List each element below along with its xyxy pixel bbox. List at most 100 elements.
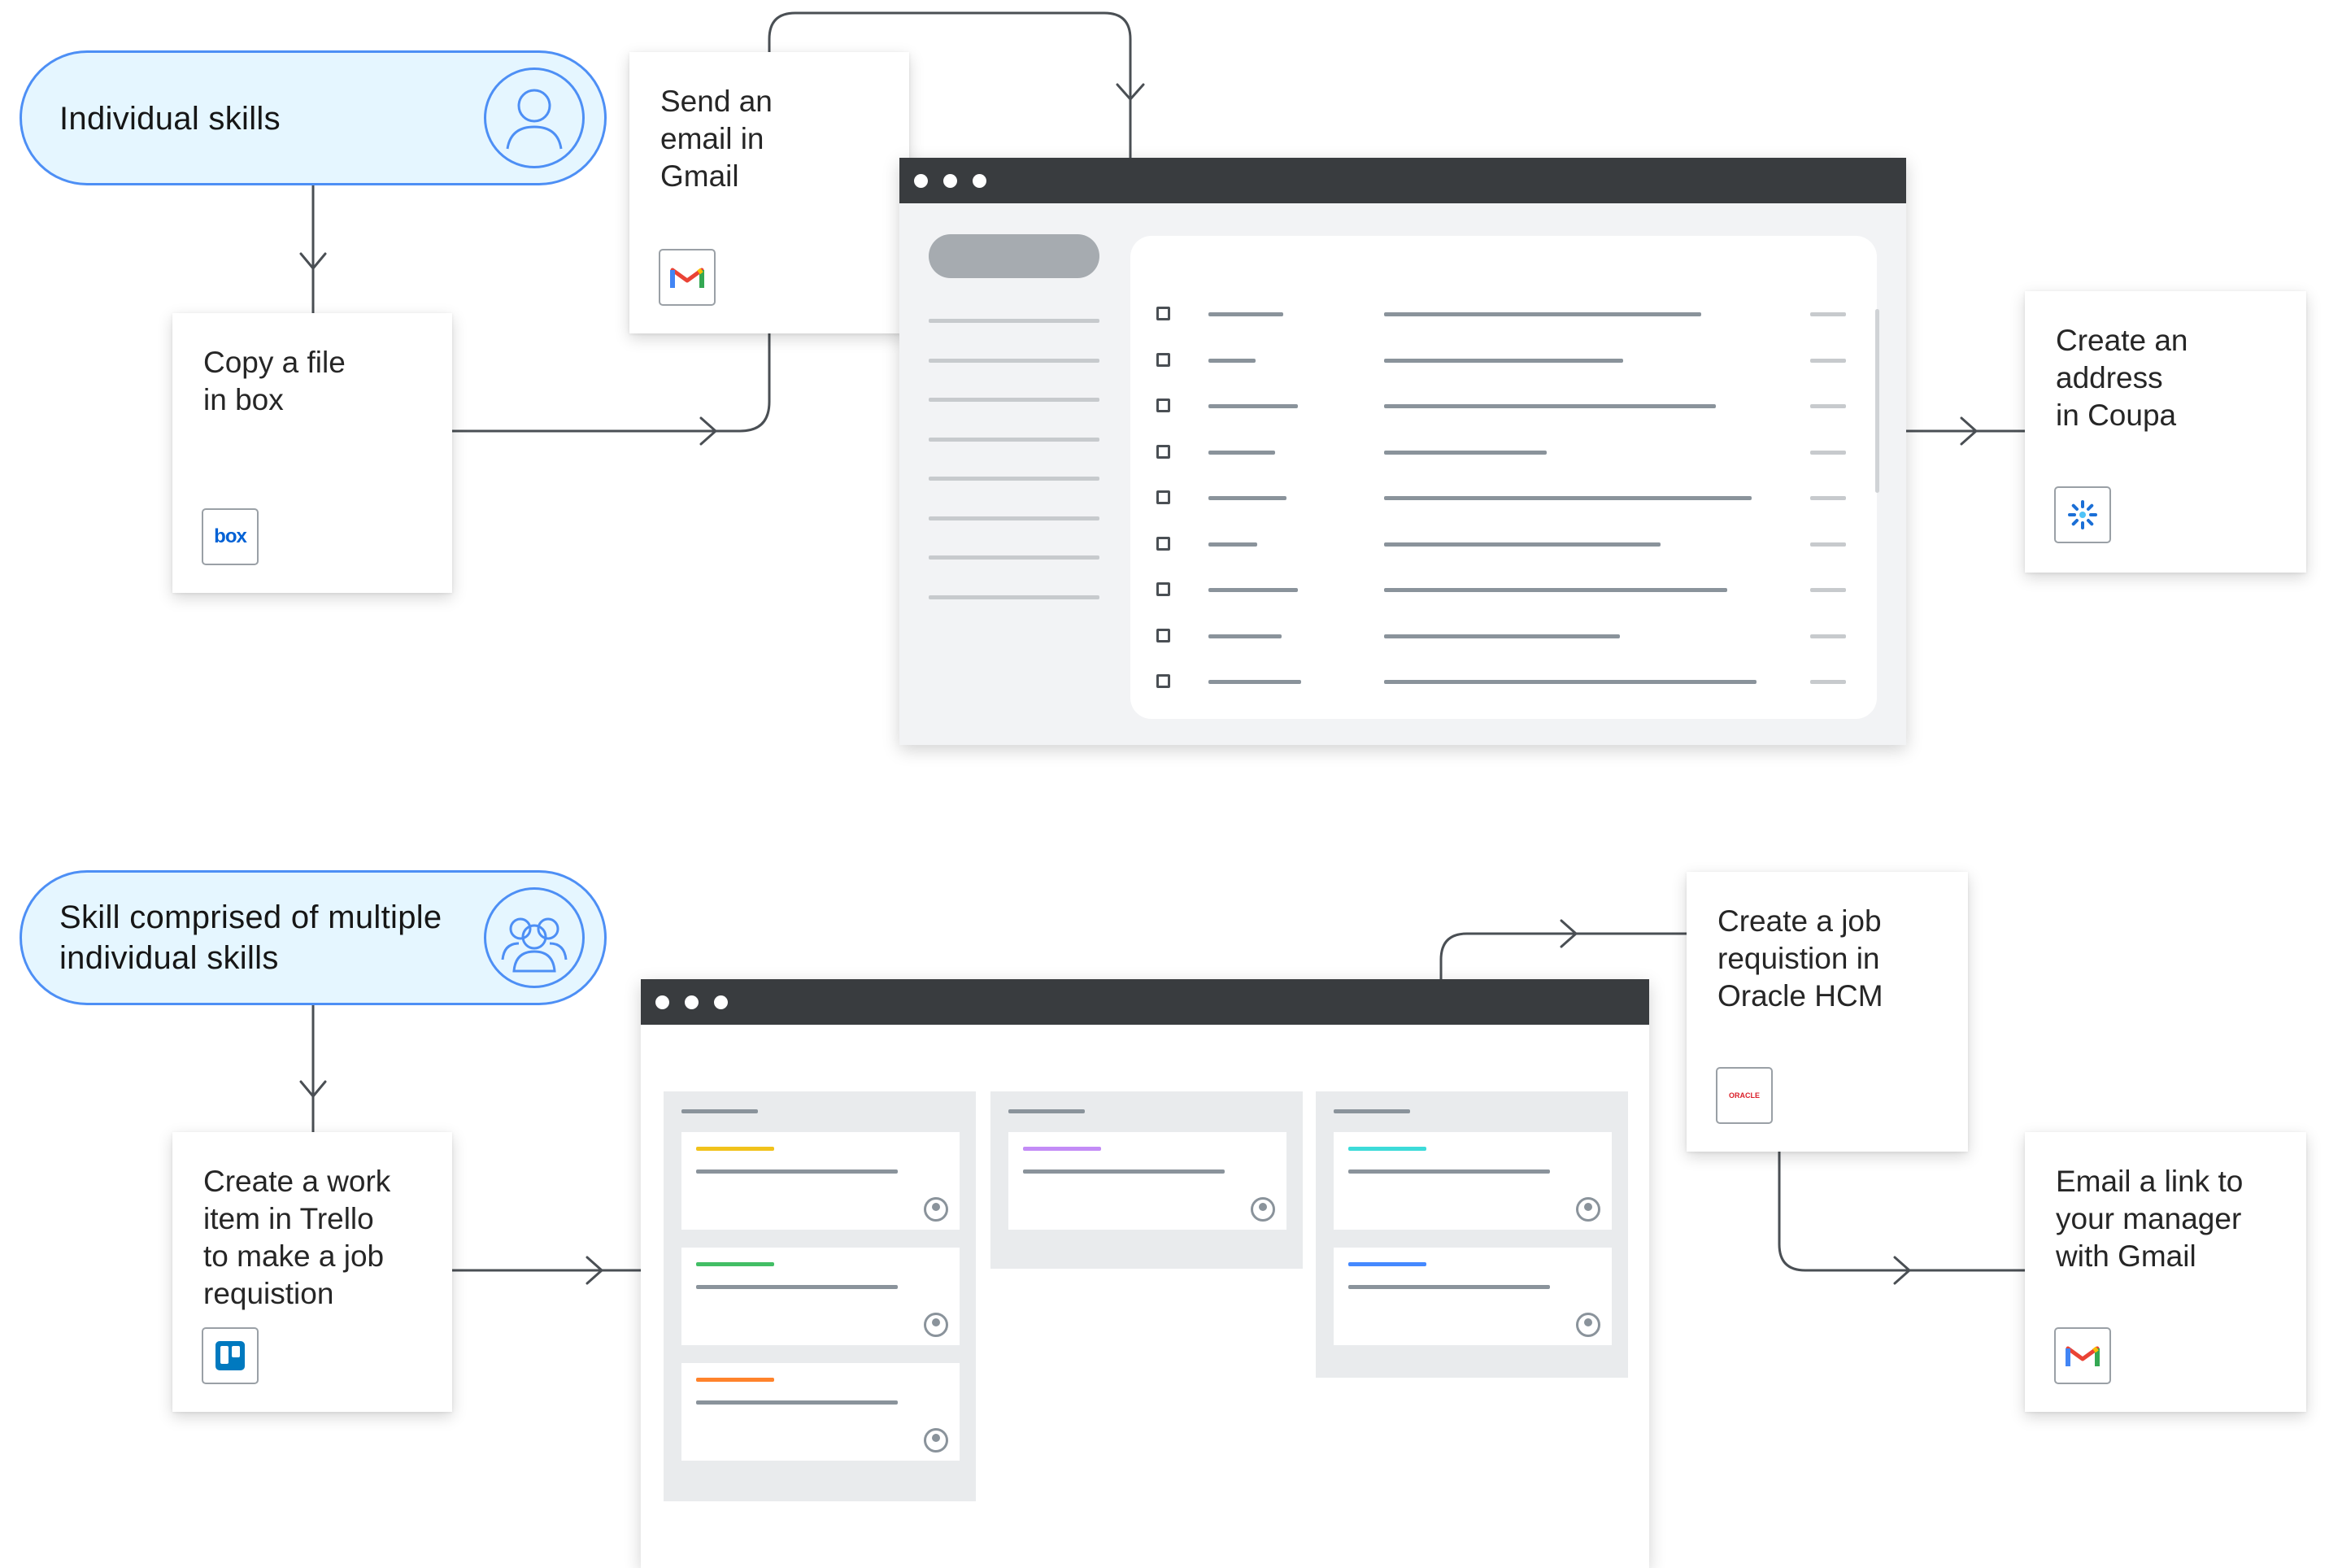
email-app-window (899, 158, 1906, 745)
copy-file-box-card[interactable]: Copy a file in box box (172, 313, 452, 593)
email-subject-line (1384, 588, 1727, 592)
card-label-accent (696, 1378, 774, 1382)
connector-box-to-window (451, 332, 771, 433)
column-title-line (1334, 1109, 1410, 1113)
card-title: Send an email in Gmail (660, 85, 773, 193)
card-label-accent (696, 1262, 774, 1266)
send-email-gmail-card[interactable]: Send an email in Gmail (629, 52, 909, 333)
email-sender-line (1208, 542, 1257, 547)
trello-icon (202, 1327, 259, 1384)
compose-button-placeholder (929, 234, 1099, 278)
gmail-icon (659, 249, 716, 306)
email-checkbox (1156, 307, 1170, 320)
card-text-line (1023, 1169, 1225, 1174)
kanban-card (681, 1363, 960, 1461)
card-avatar-icon (924, 1428, 948, 1453)
nav-placeholder-line (929, 555, 1099, 560)
create-work-item-trello-card[interactable]: Create a work item in Trello to make a j… (172, 1132, 452, 1412)
card-text-line (696, 1169, 898, 1174)
email-checkbox (1156, 582, 1170, 596)
kanban-app-window (641, 979, 1649, 1568)
email-sender-line (1208, 496, 1286, 500)
scrollbar (1875, 309, 1879, 493)
email-sender-line (1208, 312, 1283, 316)
email-date-line (1810, 450, 1846, 455)
window-dot (973, 174, 986, 188)
email-checkbox (1156, 536, 1170, 551)
email-subject-line (1384, 496, 1752, 500)
card-avatar-icon (1576, 1197, 1600, 1222)
card-text-line (1348, 1285, 1550, 1289)
card-title: Create a job requistion in Oracle HCM (1717, 904, 1883, 1013)
nav-placeholder-line (929, 398, 1099, 402)
card-avatar-icon (924, 1313, 948, 1337)
column-title-line (1008, 1109, 1085, 1113)
kanban-card (681, 1248, 960, 1345)
kanban-card (681, 1132, 960, 1230)
email-subject-line (1384, 358, 1623, 363)
individual-skills-pill: Individual skills (20, 50, 607, 185)
window-dot (685, 995, 699, 1009)
window-dot (714, 995, 728, 1009)
create-address-coupa-card[interactable]: Create an address in Coupa (2025, 291, 2306, 573)
email-date-line (1810, 496, 1846, 500)
email-date-line (1810, 312, 1846, 316)
email-date-line (1810, 588, 1846, 592)
email-sender-line (1208, 680, 1301, 684)
nav-placeholder-line (929, 319, 1099, 323)
email-sender-line (1208, 358, 1256, 363)
gmail-icon (2054, 1327, 2111, 1384)
email-sender-line (1208, 450, 1275, 455)
kanban-column (1316, 1091, 1628, 1378)
email-subject-line (1384, 312, 1701, 316)
composite-skill-pill: Skill comprised of multiple individual s… (20, 870, 607, 1005)
oracle-logo: ORACLE (1716, 1067, 1773, 1124)
window-titlebar (899, 158, 1906, 203)
inbox-panel (1130, 236, 1879, 719)
email-checkbox (1156, 444, 1170, 459)
group-icon (484, 887, 585, 988)
email-sender-line (1208, 634, 1282, 638)
email-date-line (1810, 404, 1846, 408)
email-subject-line (1384, 680, 1757, 684)
box-logo: box (202, 508, 259, 565)
individual-skills-label: Individual skills (59, 101, 281, 137)
email-date-line (1810, 542, 1846, 547)
column-title-line (681, 1109, 758, 1113)
card-text-line (696, 1400, 898, 1405)
card-avatar-icon (1251, 1197, 1275, 1222)
window-dot (914, 174, 928, 188)
email-link-gmail-card[interactable]: Email a link to your manager with Gmail (2025, 1132, 2306, 1412)
window-dot (943, 174, 957, 188)
card-label-accent (1348, 1262, 1426, 1266)
email-checkbox (1156, 628, 1170, 642)
card-label-accent (1348, 1147, 1426, 1151)
kanban-column (664, 1091, 976, 1501)
card-avatar-icon (1576, 1313, 1600, 1337)
email-subject-line (1384, 542, 1661, 547)
kanban-column (990, 1091, 1303, 1269)
nav-placeholder-line (929, 516, 1099, 520)
card-label-accent (696, 1147, 774, 1151)
email-sender-line (1208, 588, 1298, 592)
user-icon (484, 68, 585, 168)
kanban-card (1334, 1132, 1612, 1230)
kanban-card (1334, 1248, 1612, 1345)
email-subject-line (1384, 404, 1716, 408)
email-sender-line (1208, 404, 1298, 408)
email-date-line (1810, 358, 1846, 363)
nav-placeholder-line (929, 358, 1099, 363)
box-logo-text: box (214, 525, 247, 547)
card-text-line (1348, 1169, 1550, 1174)
email-checkbox (1156, 352, 1170, 367)
email-checkbox (1156, 674, 1170, 688)
composite-skill-label: Skill comprised of multiple individual s… (59, 899, 442, 976)
connector-window-to-oracle (1439, 932, 1688, 981)
card-title: Email a link to your manager with Gmail (2056, 1165, 2244, 1273)
create-job-requisition-oracle-card[interactable]: Create a job requistion in Oracle HCM OR… (1687, 872, 1968, 1152)
email-subject-line (1384, 450, 1547, 455)
email-date-line (1810, 634, 1846, 638)
nav-placeholder-line (929, 477, 1099, 481)
email-checkbox (1156, 490, 1170, 504)
nav-placeholder-line (929, 595, 1099, 599)
